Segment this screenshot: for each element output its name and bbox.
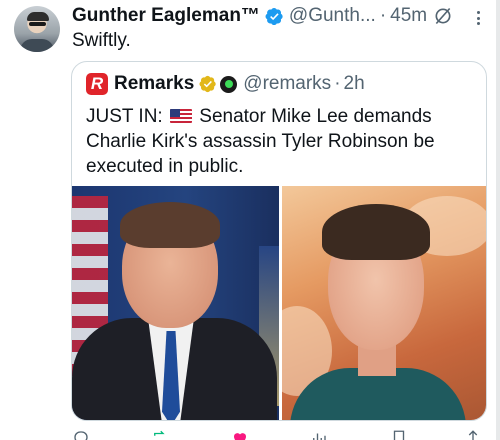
views-icon — [313, 433, 326, 440]
author-avatar[interactable] — [14, 6, 60, 52]
quote-header: R Remarks @remarks · 2h — [86, 72, 365, 96]
views-button[interactable] — [310, 429, 333, 440]
hair — [321, 204, 430, 260]
quote-author-name[interactable]: Remarks — [114, 73, 194, 95]
verified-badge-icon — [265, 7, 283, 25]
action-bar — [72, 428, 482, 440]
author-name[interactable]: Gunther Eagleman™ — [72, 5, 260, 27]
tweet-text: Swiftly. — [72, 30, 131, 51]
share-icon — [468, 430, 478, 440]
gold-verified-icon — [199, 75, 216, 93]
photo-tyler-robinson[interactable] — [281, 186, 486, 420]
quote-separator: · — [334, 73, 341, 94]
quoted-tweet[interactable]: R Remarks @remarks · 2h JUST IN: Senator… — [71, 61, 487, 421]
repost-icon — [154, 430, 166, 436]
share-button[interactable] — [464, 429, 482, 440]
bookmark-button[interactable] — [390, 429, 408, 440]
quote-author-handle[interactable]: @remarks — [243, 73, 331, 95]
quote-time[interactable]: 2h — [344, 73, 365, 95]
grok-icon[interactable] — [433, 6, 453, 26]
more-dot — [476, 22, 480, 25]
scrollbar[interactable] — [496, 0, 500, 440]
like-icon — [233, 433, 246, 440]
like-button[interactable] — [231, 429, 254, 440]
us-flag-icon — [170, 109, 192, 123]
photo-mike-lee[interactable] — [72, 186, 279, 420]
quote-text: JUST IN: Senator Mike Lee demands Charli… — [86, 104, 478, 179]
more-options-icon[interactable] — [468, 8, 488, 28]
quote-text-prefix: JUST IN: — [86, 106, 168, 127]
author-handle[interactable]: @Gunth... — [289, 5, 376, 27]
hair — [120, 202, 220, 248]
quote-media[interactable] — [72, 186, 486, 420]
tweet-time[interactable]: 45m — [390, 5, 427, 27]
affiliate-badge-icon — [220, 75, 238, 93]
avatar-sunglasses — [29, 22, 46, 26]
avatar-shirt — [20, 39, 54, 52]
tweet-header: Gunther Eagleman™ @Gunth... · 45m — [72, 4, 500, 28]
repost-button[interactable] — [151, 429, 174, 440]
reply-icon — [74, 431, 88, 440]
more-dot — [476, 16, 480, 20]
bookmark-icon — [393, 430, 404, 440]
header-separator: · — [379, 5, 387, 26]
reply-button[interactable] — [72, 429, 95, 440]
more-dot — [476, 11, 480, 14]
avatar-cap — [27, 12, 49, 21]
remarks-logo[interactable]: R — [86, 73, 108, 95]
